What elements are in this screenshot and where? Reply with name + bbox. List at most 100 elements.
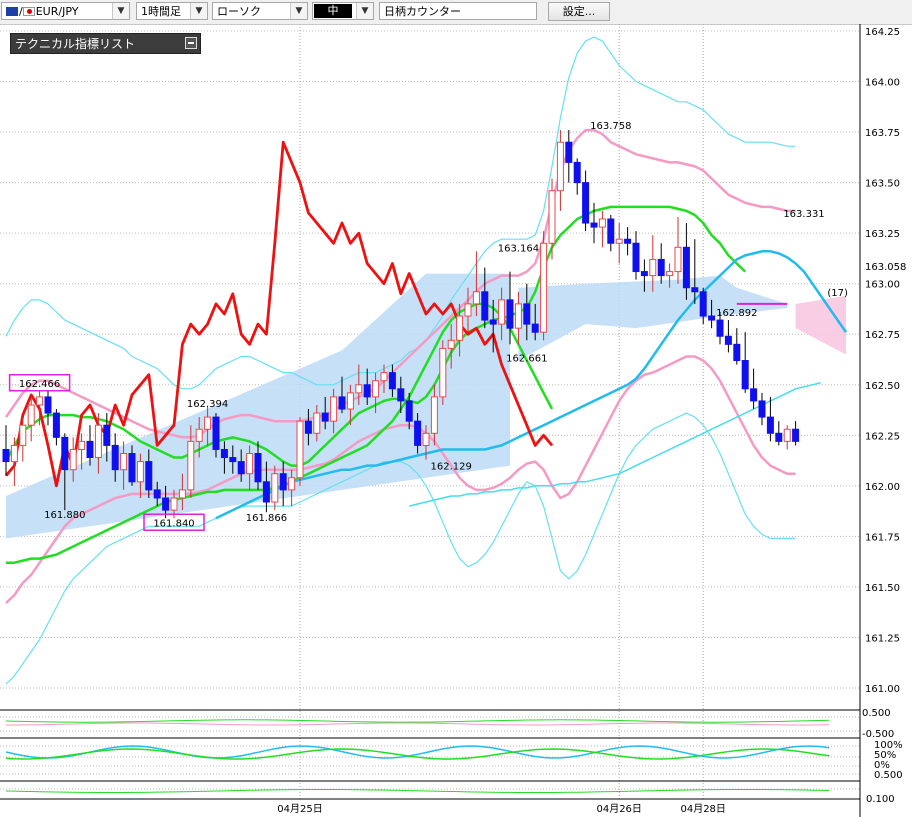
candle-up [783, 428, 791, 442]
annotation-label: 162.394 [187, 399, 228, 410]
annotation-label: 163.758 [590, 121, 631, 132]
chevron-down-icon[interactable]: ▼ [112, 3, 129, 19]
chevron-down-icon[interactable]: ▼ [290, 3, 307, 19]
annotation-label: 162.129 [431, 462, 472, 473]
annotation-label: 161.866 [246, 513, 287, 524]
candle-down [52, 412, 60, 438]
chevron-down-icon[interactable]: ▼ [190, 3, 207, 19]
candle-up [78, 440, 86, 450]
candle-up [346, 392, 354, 410]
pair-label: EUR/JPY [35, 5, 79, 18]
candle-down [607, 218, 615, 244]
candle-down [111, 444, 119, 471]
y-tick-label: 163.25 [865, 229, 900, 240]
y-tick-label: 162.00 [865, 482, 900, 493]
candle-up [246, 453, 254, 475]
annotation-label: 162.466 [19, 379, 60, 390]
ichimoku-cloud-pink [795, 295, 846, 355]
candle-up [372, 380, 380, 398]
candle-down [657, 258, 665, 277]
size-select[interactable]: 中 ▼ [312, 2, 374, 20]
candle-up [69, 448, 77, 471]
candle-down [397, 388, 405, 402]
y-tick-label: 161.25 [865, 633, 900, 644]
candle-down [691, 287, 699, 293]
candle-up [271, 473, 279, 503]
price-chart[interactable]: 162.466 161.880 161.840 162.394 161.866 163.1… [0, 24, 912, 817]
annotation-label: 163.164 [498, 243, 539, 254]
candle-down [724, 335, 732, 345]
y-tick-label: 163.50 [865, 179, 900, 190]
candle-down [758, 400, 766, 418]
candle-down [632, 242, 640, 273]
y-tick-label: 164.00 [865, 78, 900, 89]
candle-down [321, 412, 329, 422]
candle-down [741, 360, 749, 390]
x-axis-labels: 04月25日04月26日04月28日04月29日 [277, 803, 726, 815]
stochastic-tick-label: 0.500 [874, 770, 903, 781]
candle-down [682, 246, 690, 289]
candle-up [472, 291, 480, 305]
y-tick-label: 163.00 [865, 280, 900, 291]
day-counter-label: 日柄カウンター [384, 5, 461, 18]
pair-select[interactable]: / EUR/JPY ▼ [1, 2, 130, 20]
candle-down [2, 448, 10, 463]
y-tick-label: 163.75 [865, 128, 900, 139]
candle-down [590, 222, 598, 228]
candle-up [556, 141, 564, 192]
timeframe-label: 1時間足 [141, 5, 181, 18]
candle-down [86, 440, 94, 459]
candle-down [582, 182, 590, 224]
size-label: 中 [314, 4, 352, 18]
annotation-label: 162.892 [716, 308, 757, 319]
candle-down [775, 432, 783, 442]
candle-down [792, 428, 800, 442]
candle-up [615, 238, 623, 244]
x-tick-label: 04月26日 [596, 803, 641, 815]
candle-down [506, 299, 514, 329]
candle-down [304, 420, 312, 434]
candle-down [766, 416, 774, 434]
candle-down [212, 416, 220, 450]
candle-up [19, 424, 27, 446]
candle-up [548, 190, 556, 244]
candle-up [136, 461, 144, 483]
candle-down [220, 448, 228, 459]
candle-down [61, 436, 69, 471]
macd-line [5, 719, 830, 723]
candle-up [674, 246, 682, 273]
candle-up [666, 271, 674, 277]
candle-down [750, 388, 758, 402]
candle-up [514, 303, 522, 329]
candle-up [10, 444, 18, 463]
y-tick-label: 161.50 [865, 583, 900, 594]
candle-down [128, 453, 136, 483]
annotation-label: 161.880 [44, 510, 85, 521]
candle-up [296, 420, 304, 479]
x-tick-label: 04月25日 [277, 803, 322, 815]
candle-down [699, 291, 707, 317]
momentum-line [5, 788, 830, 793]
toolbar: / EUR/JPY ▼ 1時間足 ▼ ローソク ▼ 中 ▼ 日柄カウンター 設定.… [0, 0, 912, 25]
eu-flag-icon [6, 7, 18, 16]
candle-down [363, 384, 371, 398]
candle-up [330, 396, 338, 422]
y-tick-label: 162.25 [865, 431, 900, 442]
candle-up [36, 396, 44, 406]
day-counter-field[interactable]: 日柄カウンター [379, 2, 537, 20]
y-tick-label: 161.75 [865, 532, 900, 543]
candle-up [204, 416, 212, 430]
chart-type-select[interactable]: ローソク ▼ [212, 2, 308, 20]
candle-down [44, 396, 52, 414]
current-price-label: 163.058 [865, 262, 906, 273]
timeframe-select[interactable]: 1時間足 ▼ [136, 2, 208, 20]
annotation-label: (17) [827, 288, 848, 299]
candle-up [195, 428, 203, 442]
annotation-label: 163.331 [783, 209, 824, 220]
candle-down [162, 497, 170, 511]
settings-button[interactable]: 設定... [548, 2, 610, 21]
candle-up [540, 242, 548, 333]
candle-down [237, 461, 245, 475]
candle-up [288, 477, 296, 491]
chevron-down-icon[interactable]: ▼ [356, 3, 373, 19]
